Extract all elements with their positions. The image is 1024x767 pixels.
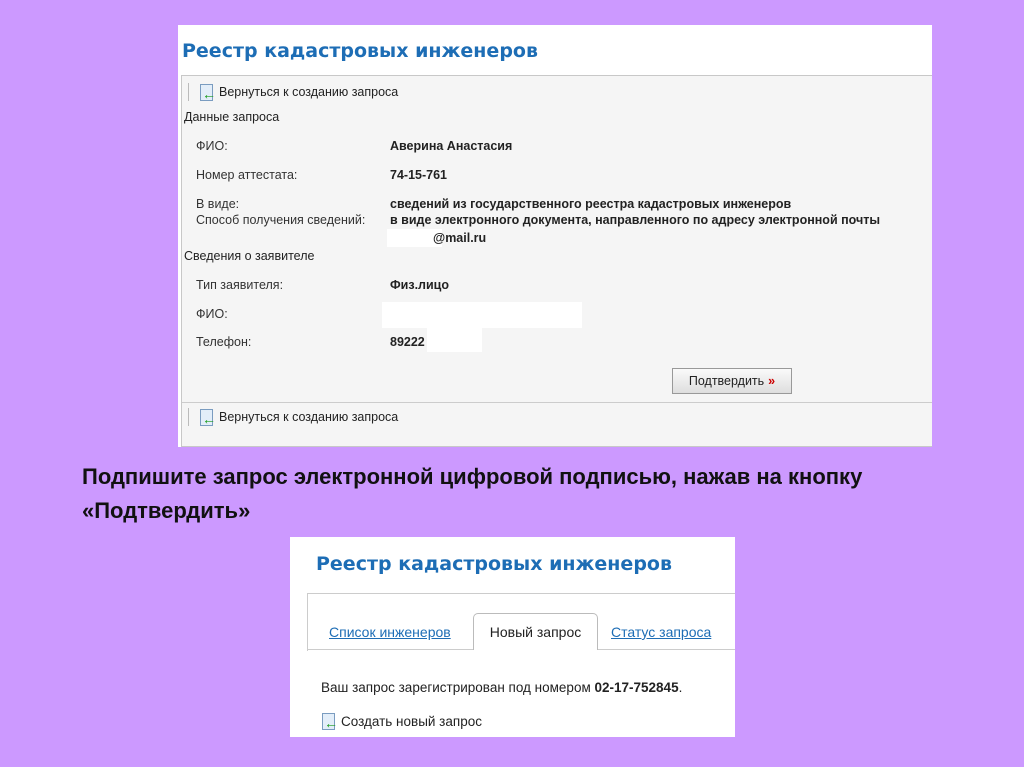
field-label: В виде: bbox=[196, 197, 240, 211]
new-request-label: Создать новый запрос bbox=[341, 714, 482, 729]
period: . bbox=[678, 680, 683, 695]
field-value: 74-15-761 bbox=[390, 168, 447, 182]
tab-engineers-list[interactable]: Список инженеров bbox=[329, 624, 451, 640]
new-document-icon bbox=[321, 713, 338, 730]
field-value: в виде электронного документа, направлен… bbox=[390, 213, 881, 227]
back-link-label: Вернуться к созданию запроса bbox=[219, 85, 399, 99]
toolbar-separator bbox=[188, 408, 189, 426]
page-title: Реестр кадастровых инженеров bbox=[316, 553, 672, 575]
registration-message: Ваш запрос зарегистрирован под номером 0… bbox=[321, 680, 682, 695]
registry-result-screenshot: Реестр кадастровых инженеров Список инже… bbox=[290, 537, 735, 737]
confirm-button-label: Подтвердить bbox=[688, 374, 765, 388]
back-link-label: Вернуться к созданию запроса bbox=[219, 410, 399, 424]
toolbar-separator bbox=[188, 83, 189, 101]
email-value: @mail.ru bbox=[433, 231, 487, 245]
field-label: Номер аттестата: bbox=[196, 168, 298, 182]
tab-label: Новый запрос bbox=[489, 624, 582, 640]
new-request-link[interactable]: Создать новый запрос bbox=[321, 713, 482, 730]
field-label: ФИО: bbox=[196, 307, 228, 321]
back-link-top[interactable]: Вернуться к созданию запроса bbox=[182, 78, 932, 106]
request-panel: Вернуться к созданию запроса Данные запр… bbox=[181, 75, 932, 447]
tab-new-request[interactable]: Новый запрос bbox=[473, 613, 598, 650]
field-value: Физ.лицо bbox=[390, 278, 449, 292]
section-request-data: Данные запроса bbox=[184, 110, 280, 124]
field-value: сведений из государственного реестра кад… bbox=[390, 197, 792, 211]
registry-confirm-screenshot: Реестр кадастровых инженеров Вернуться к… bbox=[178, 25, 932, 447]
section-applicant: Сведения о заявителе bbox=[184, 249, 315, 263]
double-chevron-right-icon: » bbox=[768, 374, 776, 388]
field-label: ФИО: bbox=[196, 139, 228, 153]
redacted-area bbox=[427, 328, 482, 352]
tab-request-status[interactable]: Статус запроса bbox=[611, 624, 711, 640]
instruction-caption: Подпишите запрос электронной цифровой по… bbox=[82, 464, 863, 523]
confirm-button[interactable]: Подтвердить» bbox=[672, 368, 792, 394]
back-link-bottom[interactable]: Вернуться к созданию запроса bbox=[182, 403, 932, 431]
redacted-area bbox=[382, 302, 582, 328]
field-label: Тип заявителя: bbox=[196, 278, 284, 292]
back-document-icon bbox=[199, 83, 216, 101]
page-title: Реестр кадастровых инженеров bbox=[182, 40, 538, 62]
field-value: Аверина Анастасия bbox=[390, 139, 513, 153]
request-number: 02-17-752845 bbox=[594, 680, 679, 695]
field-value: 89222 bbox=[390, 335, 425, 349]
field-label: Телефон: bbox=[196, 335, 252, 349]
message-text: Ваш запрос зарегистрирован под номером bbox=[321, 680, 591, 695]
field-label: Способ получения сведений: bbox=[196, 213, 366, 227]
back-document-icon bbox=[199, 408, 216, 426]
